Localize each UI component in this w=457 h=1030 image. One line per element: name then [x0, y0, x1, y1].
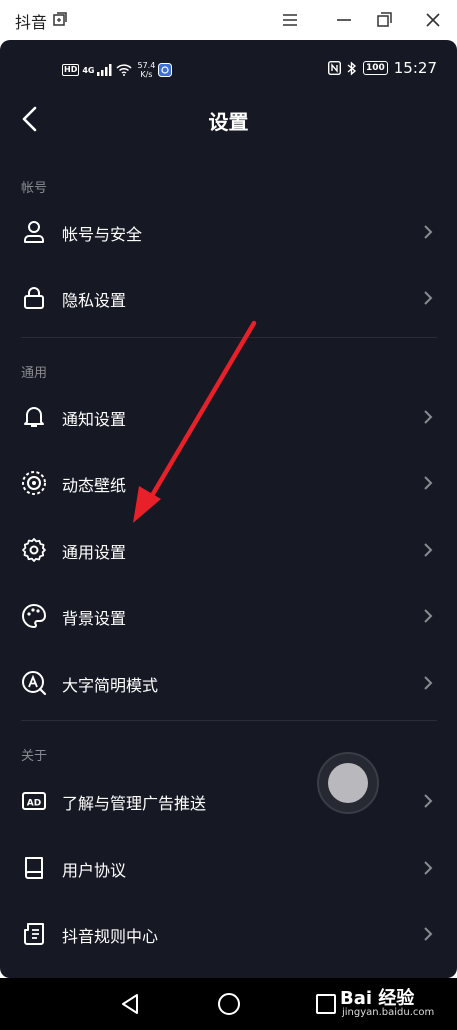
floating-assistive-button[interactable]	[317, 752, 379, 814]
chevron-right-icon	[424, 476, 433, 490]
chevron-right-icon	[424, 676, 433, 690]
chevron-right-icon	[424, 410, 433, 424]
settings-item-rules-center[interactable]: 抖音规则中心	[0, 904, 457, 964]
settings-item-notifications[interactable]: 通知设置	[0, 387, 457, 447]
chevron-right-icon	[424, 291, 433, 305]
chevron-right-icon	[424, 927, 433, 941]
status-bar: HD 4G 57.4 K/s 100 15:27	[0, 40, 457, 98]
settings-item-label: 通用设置	[62, 543, 127, 562]
bell-icon	[24, 407, 44, 427]
menu-icon[interactable]	[280, 10, 300, 30]
gear-icon	[22, 538, 46, 562]
battery-indicator: 100	[362, 61, 388, 75]
section-divider	[21, 337, 437, 338]
phone-screen: HD 4G 57.4 K/s 100 15:27 设置 帐号 帐号与安全 隐私设置…	[0, 40, 457, 978]
lock-icon	[24, 287, 44, 309]
window-titlebar: 抖音	[0, 0, 457, 40]
page-title: 设置	[208, 110, 249, 134]
restore-icon[interactable]	[375, 10, 395, 30]
chevron-right-icon	[424, 609, 433, 623]
section-title-general: 通用	[21, 366, 48, 381]
settings-item-label: 用户协议	[62, 861, 127, 880]
chevron-right-icon	[424, 794, 433, 808]
section-title-account: 帐号	[21, 181, 48, 196]
nav-home-icon[interactable]	[215, 990, 243, 1018]
book-icon	[25, 857, 43, 879]
settings-item-label: 帐号与安全	[62, 225, 143, 244]
settings-item-live-wallpaper[interactable]: 动态壁纸	[0, 453, 457, 513]
settings-item-large-font-mode[interactable]: 大字简明模式	[0, 653, 457, 713]
settings-item-user-agreement[interactable]: 用户协议	[0, 838, 457, 898]
settings-item-background[interactable]: 背景设置	[0, 586, 457, 646]
palette-icon	[22, 604, 46, 628]
network-speed: 57.4 K/s	[137, 61, 156, 79]
settings-item-label: 大字简明模式	[62, 676, 159, 695]
large-font-icon	[22, 671, 47, 696]
settings-item-privacy[interactable]: 隐私设置	[0, 268, 457, 328]
nfc-icon	[327, 61, 341, 75]
watermark-url: jingyan.baidu.com	[342, 1007, 435, 1018]
document-icon	[24, 923, 44, 945]
settings-item-ad-management[interactable]: AD 了解与管理广告推送	[0, 771, 457, 831]
settings-item-label: 通知设置	[62, 410, 127, 429]
signal-icon	[97, 64, 112, 76]
settings-item-account-security[interactable]: 帐号与安全	[0, 202, 457, 262]
settings-item-label: 隐私设置	[62, 291, 127, 310]
hd-badge: HD	[62, 64, 80, 76]
network-type: 4G	[82, 65, 95, 75]
settings-item-label: 了解与管理广告推送	[62, 794, 207, 813]
status-time: 15:27	[393, 59, 437, 77]
pin-window-icon[interactable]	[53, 12, 67, 26]
nav-recents-icon[interactable]	[312, 990, 340, 1018]
ad-icon: AD	[22, 792, 46, 810]
settings-item-general-settings[interactable]: 通用设置	[0, 520, 457, 580]
chevron-right-icon	[424, 225, 433, 239]
window-title: 抖音	[15, 13, 48, 32]
chevron-right-icon	[424, 861, 433, 875]
close-icon[interactable]	[423, 10, 443, 30]
bluetooth-icon	[347, 60, 357, 76]
svg-text:AD: AD	[27, 799, 41, 809]
nav-back-icon[interactable]	[117, 990, 145, 1018]
app-notification-icon	[158, 63, 173, 77]
chevron-right-icon	[424, 543, 433, 557]
settings-item-label: 动态壁纸	[62, 476, 127, 495]
minimize-icon[interactable]	[334, 10, 354, 30]
settings-item-label: 抖音规则中心	[62, 927, 159, 946]
user-icon	[24, 221, 44, 243]
section-title-about: 关于	[21, 749, 48, 764]
wallpaper-icon	[22, 471, 46, 495]
wifi-icon	[116, 64, 133, 76]
section-divider	[21, 720, 437, 721]
header-bar: 设置	[0, 98, 457, 144]
settings-item-label: 背景设置	[62, 609, 127, 628]
